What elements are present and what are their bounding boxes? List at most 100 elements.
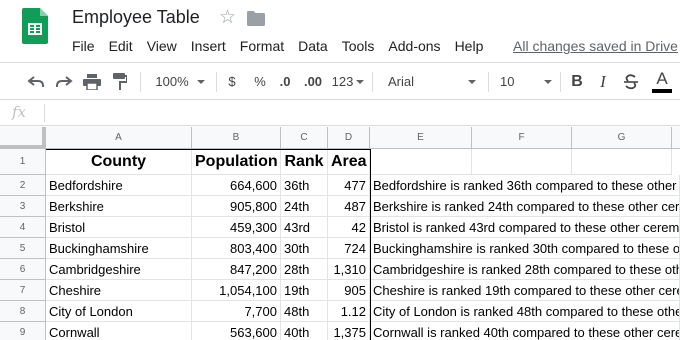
cell-population[interactable]: 803,400 (192, 238, 281, 259)
column-header-f[interactable]: F (472, 127, 572, 149)
cell-description[interactable]: Cornwall is ranked 40th compared to thes… (370, 322, 680, 340)
menu-add-ons[interactable]: Add-ons (388, 37, 440, 55)
menu-tools[interactable]: Tools (342, 37, 375, 55)
increase-decimals-button[interactable]: .00 (300, 63, 326, 100)
formula-input[interactable] (48, 100, 680, 125)
font-size-select[interactable]: 10 (496, 63, 556, 100)
row-header[interactable]: 3 (0, 196, 46, 217)
select-all-corner[interactable] (0, 127, 46, 149)
cell-rank[interactable]: 30th (281, 238, 328, 259)
decrease-decimals-button[interactable]: .0 (274, 63, 296, 100)
menu-edit[interactable]: Edit (109, 37, 133, 55)
cell-f1[interactable] (472, 149, 572, 175)
cell-description[interactable]: Buckinghamshire is ranked 30th compared … (370, 238, 680, 259)
cell-population[interactable]: 459,300 (192, 217, 281, 238)
more-formats-select[interactable]: 123 (330, 63, 366, 100)
cell-county[interactable]: Bedfordshire (46, 175, 192, 196)
cell-e1[interactable] (370, 149, 472, 175)
cell-population[interactable]: 563,600 (192, 322, 281, 340)
cell-population[interactable]: 1,054,100 (192, 280, 281, 301)
cell-area[interactable]: 487 (328, 196, 370, 217)
cell-population[interactable]: 7,700 (192, 301, 281, 322)
cell-population[interactable]: 664,600 (192, 175, 281, 196)
column-header-b[interactable]: B (192, 127, 281, 149)
column-header-d[interactable]: D (328, 127, 370, 149)
cell-rank[interactable]: 43rd (281, 217, 328, 238)
cell-rank[interactable]: 36th (281, 175, 328, 196)
cell-g1[interactable] (572, 149, 672, 175)
header-cell-population[interactable]: Population (192, 149, 281, 175)
row-header[interactable]: 8 (0, 301, 46, 322)
cell-rank[interactable]: 19th (281, 280, 328, 301)
cell-county[interactable]: Cornwall (46, 322, 192, 340)
cell-area[interactable]: 1,375 (328, 322, 370, 340)
star-icon[interactable]: ☆ (219, 8, 236, 28)
strikethrough-icon[interactable] (620, 63, 642, 100)
row-header[interactable]: 4 (0, 217, 46, 238)
save-status-link[interactable]: All changes saved in Drive (513, 37, 678, 55)
cell-rank[interactable]: 28th (281, 259, 328, 280)
cell-population[interactable]: 847,200 (192, 259, 281, 280)
row-header[interactable]: 2 (0, 175, 46, 196)
cell-county[interactable]: Buckinghamshire (46, 238, 192, 259)
cell-rank[interactable]: 48th (281, 301, 328, 322)
cell-area[interactable]: 42 (328, 217, 370, 238)
cell-description[interactable]: Cheshire is ranked 19th compared to thes… (370, 280, 680, 301)
cell-area[interactable]: 477 (328, 175, 370, 196)
font-family-select[interactable]: Arial (382, 63, 482, 100)
cell-description[interactable]: City of London is ranked 48th compared t… (370, 301, 680, 322)
header-cell-rank[interactable]: Rank (281, 149, 328, 175)
redo-icon[interactable] (52, 63, 76, 100)
row-header[interactable]: 9 (0, 322, 46, 340)
cell-population[interactable]: 905,800 (192, 196, 281, 217)
menu-help[interactable]: Help (455, 37, 484, 55)
cell-area[interactable]: 724 (328, 238, 370, 259)
row-header[interactable]: 7 (0, 280, 46, 301)
zoom-select[interactable]: 100% (150, 63, 210, 100)
cell-county[interactable]: Berkshire (46, 196, 192, 217)
cell-description[interactable]: Cambridgeshire is ranked 28th compared t… (370, 259, 680, 280)
column-header-g[interactable]: G (572, 127, 672, 149)
cell-rank[interactable]: 40th (281, 322, 328, 340)
percent-format-button[interactable]: % (250, 63, 270, 100)
sheets-logo-icon[interactable] (22, 8, 48, 44)
cell-county[interactable]: Cambridgeshire (46, 259, 192, 280)
currency-format-button[interactable]: $ (222, 63, 242, 100)
cell-county[interactable]: Cheshire (46, 280, 192, 301)
cell-county[interactable]: Bristol (46, 217, 192, 238)
cell-county[interactable]: City of London (46, 301, 192, 322)
column-header-a[interactable]: A (46, 127, 192, 149)
header-cell-county[interactable]: County (46, 149, 192, 175)
italic-button[interactable]: I (592, 63, 614, 100)
row-header[interactable]: 6 (0, 259, 46, 280)
cell-rank[interactable]: 24th (281, 196, 328, 217)
toolbar: 100% $ % .0 .00 123 Arial 10 B I A (0, 62, 680, 100)
toolbar-separator (372, 72, 373, 92)
cell-description[interactable]: Bristol is ranked 43rd compared to these… (370, 217, 680, 238)
column-header-e[interactable]: E (370, 127, 472, 149)
menu-data[interactable]: Data (298, 37, 328, 55)
column-header-h[interactable] (672, 127, 680, 149)
menu-file[interactable]: File (72, 37, 95, 55)
undo-icon[interactable] (24, 63, 48, 100)
paint-format-icon[interactable] (108, 63, 132, 100)
chevron-down-icon (356, 79, 365, 84)
cell-area[interactable]: 1,310 (328, 259, 370, 280)
bold-button[interactable]: B (566, 63, 588, 100)
menu-format[interactable]: Format (240, 37, 284, 55)
row-header[interactable]: 5 (0, 238, 46, 259)
cell-area[interactable]: 905 (328, 280, 370, 301)
print-icon[interactable] (80, 63, 104, 100)
cell-area[interactable]: 1.12 (328, 301, 370, 322)
text-color-button[interactable]: A (650, 63, 674, 100)
cell-description[interactable]: Bedfordshire is ranked 36th compared to … (370, 175, 680, 196)
menu-insert[interactable]: Insert (191, 37, 226, 55)
row-header[interactable]: 1 (0, 149, 46, 175)
folder-icon[interactable] (247, 11, 265, 26)
column-header-c[interactable]: C (281, 127, 328, 149)
cell-description[interactable]: Berkshire is ranked 24th compared to the… (370, 196, 680, 217)
header-cell-area[interactable]: Area (328, 149, 370, 175)
font-size-value: 10 (500, 74, 515, 89)
document-title[interactable]: Employee Table (72, 7, 200, 28)
menu-view[interactable]: View (147, 37, 177, 55)
